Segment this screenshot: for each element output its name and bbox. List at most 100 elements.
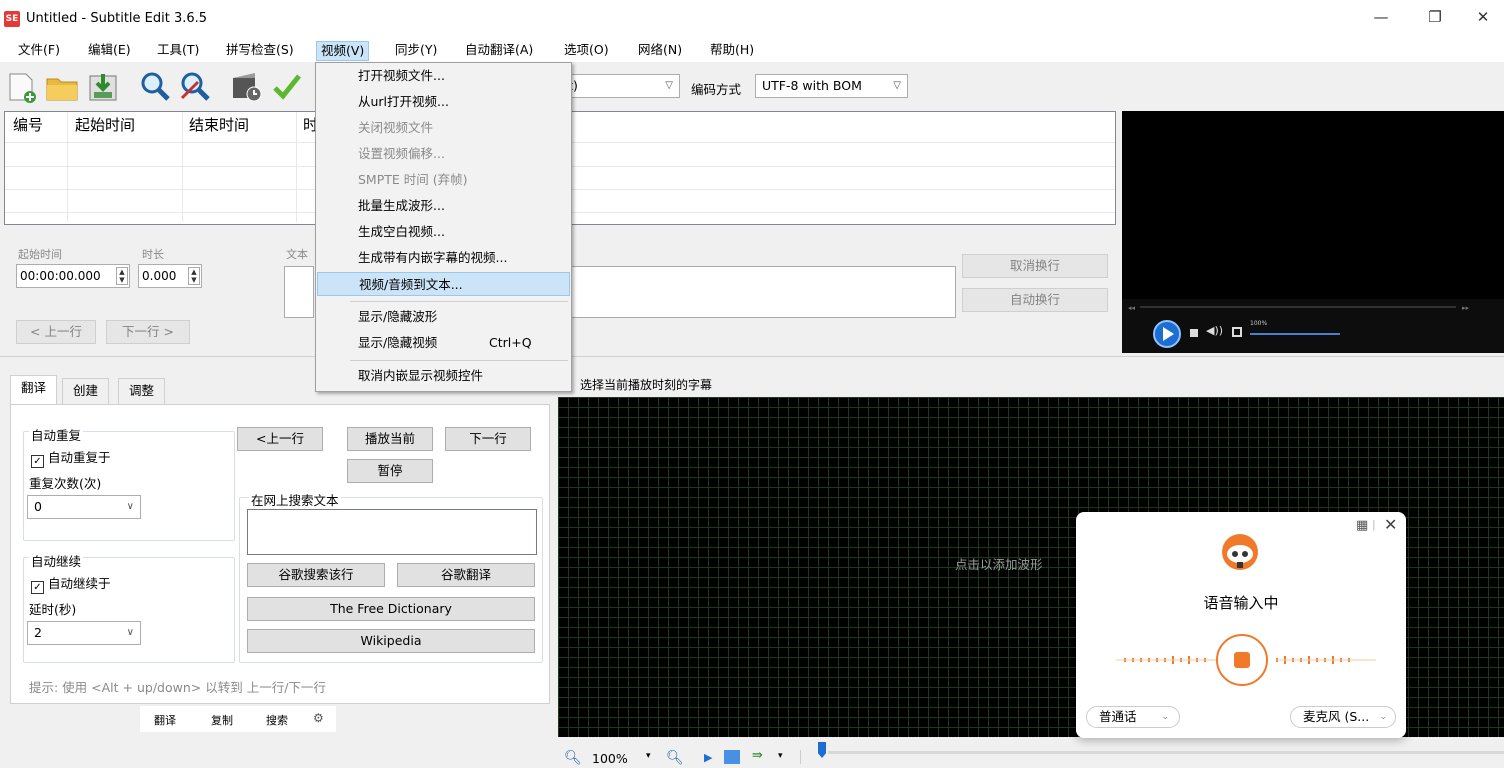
search-text-input[interactable] <box>247 509 537 555</box>
menu-item-open-video[interactable]: 打开视频文件... <box>317 64 570 88</box>
open-folder-icon[interactable] <box>45 70 79 104</box>
zoom-in-icon[interactable]: 🔍︎ <box>666 750 684 766</box>
menu-file[interactable]: 文件(F) <box>14 41 64 61</box>
find-icon[interactable] <box>138 70 172 104</box>
auto-repeat-checkbox[interactable]: ✓ 自动重复于 <box>31 447 111 468</box>
menu-bar: 文件(F) 编辑(E) 工具(T) 拼写检查(S) 视频(V) 同步(Y) 自动… <box>0 38 1504 62</box>
format-select[interactable]: rt)▽ <box>556 74 680 98</box>
position-slider-track[interactable] <box>828 751 1504 754</box>
zoom-level[interactable]: 100% <box>592 751 628 766</box>
play-waveform-icon[interactable]: ▶ <box>704 751 712 764</box>
language-select[interactable]: 普通话 ⌄ <box>1086 706 1180 728</box>
menu-tools[interactable]: 工具(T) <box>153 41 203 61</box>
settings-gear-icon[interactable]: ⚙ <box>313 711 324 725</box>
menu-item-burn-in-video[interactable]: 生成带有内嵌字幕的视频... <box>317 246 570 270</box>
save-icon[interactable] <box>86 70 120 104</box>
menu-item-batch-waveform[interactable]: 批量生成波形... <box>317 194 570 218</box>
duration-input[interactable]: 0.000 ▲ ▼ <box>138 264 202 288</box>
volume-level: 100% <box>1250 320 1268 327</box>
menu-item-video-offset[interactable]: 设置视频偏移... <box>317 142 570 166</box>
google-search-button[interactable]: 谷歌搜索该行 <box>247 563 385 587</box>
spell-check-icon[interactable] <box>270 70 304 104</box>
subtitle-text-input[interactable] <box>284 266 314 318</box>
menu-edit[interactable]: 编辑(E) <box>84 41 135 61</box>
search-web-title: 在网上搜索文本 <box>249 490 341 509</box>
chevron-down-icon[interactable]: ▾ <box>646 751 651 761</box>
volume-icon[interactable]: ◀)) <box>1206 324 1223 337</box>
free-dictionary-button[interactable]: The Free Dictionary <box>247 597 535 621</box>
column-header-number[interactable]: 编号 <box>13 114 43 135</box>
prev-line-button[interactable]: < 上一行 <box>16 320 96 344</box>
menu-network[interactable]: 网络(N) <box>634 41 686 61</box>
translate-button[interactable]: 翻译 <box>154 712 176 728</box>
voice-input-popup: ▦ | ✕ 语音输入中 普通话 ⌄ 麦克风 (S... ⌄ <box>1076 512 1406 738</box>
split-icon[interactable] <box>724 750 740 764</box>
translate-panel: 自动重复 ✓ 自动重复于 重复次数(次) 0 ∨ 自动继续 ✓ 自动继续于 延时(秒)… <box>10 404 550 704</box>
spinner-arrows-icon[interactable]: ▲ ▼ <box>116 267 128 285</box>
title-bar: SE Untitled - Subtitle Edit 3.6.5 — ❐ ✕ <box>0 0 1504 38</box>
menu-item-undock-video-controls[interactable]: 取消内嵌显示视频控件 <box>317 364 570 388</box>
replace-icon[interactable] <box>178 70 212 104</box>
pause-button[interactable]: 暂停 <box>347 459 433 483</box>
play-current-button[interactable]: 播放当前 <box>347 427 433 451</box>
menu-item-toggle-waveform[interactable]: 显示/隐藏波形 <box>317 305 570 329</box>
chevron-down-icon: ∨ <box>126 501 134 512</box>
spinner-arrows-icon[interactable]: ▲ ▼ <box>188 267 200 285</box>
subtitle-text-input-right[interactable] <box>570 266 956 318</box>
qr-code-icon[interactable]: ▦ <box>1356 518 1368 533</box>
tab-translate[interactable]: 翻译 <box>10 375 58 405</box>
copy-button[interactable]: 复制 <box>211 712 233 728</box>
new-file-icon[interactable] <box>4 70 38 104</box>
menu-item-toggle-video[interactable]: 显示/隐藏视频 Ctrl+Q <box>317 331 570 355</box>
tab-adjust[interactable]: 调整 <box>118 378 166 404</box>
encoding-select[interactable]: UTF-8 with BOM ▽ <box>755 74 908 98</box>
unbreak-button[interactable]: 取消换行 <box>962 254 1108 278</box>
start-time-input[interactable]: 00:00:00.000 ▲ ▼ <box>16 264 130 288</box>
repeat-count-select[interactable]: 0 ∨ <box>27 495 141 519</box>
menu-video[interactable]: 视频(V) <box>316 41 370 61</box>
search-button[interactable]: 搜索 <box>266 712 288 728</box>
menu-help[interactable]: 帮助(H) <box>706 41 758 61</box>
wikipedia-button[interactable]: Wikipedia <box>247 629 535 653</box>
chevron-down-icon[interactable]: ▾ <box>778 751 783 761</box>
column-header-start[interactable]: 起始时间 <box>75 114 135 135</box>
close-button[interactable]: ✕ <box>1460 8 1504 30</box>
start-time-value: 00:00:00.000 <box>20 269 101 283</box>
minimize-button[interactable]: — <box>1358 8 1404 30</box>
auto-continue-checkbox[interactable]: ✓ 自动继续于 <box>31 573 111 594</box>
menu-spellcheck[interactable]: 拼写检查(S) <box>222 41 298 61</box>
fullscreen-icon[interactable] <box>1232 327 1242 337</box>
divider <box>0 356 1504 357</box>
menu-item-blank-video[interactable]: 生成空白视频... <box>317 220 570 244</box>
encoding-value: UTF-8 with BOM <box>762 78 862 93</box>
next-button[interactable]: 下一行 <box>445 427 531 451</box>
auto-break-button[interactable]: 自动换行 <box>962 288 1108 312</box>
restore-button[interactable]: ❐ <box>1412 8 1458 30</box>
menu-item-audio-to-text[interactable]: 视频/音频到文本... <box>317 272 570 296</box>
go-forward-icon[interactable]: ⇛ <box>752 748 763 763</box>
menu-options[interactable]: 选项(O) <box>560 41 613 61</box>
stop-recording-button[interactable] <box>1216 634 1268 686</box>
chevron-down-icon: ⌄ <box>1379 712 1387 722</box>
prev-button[interactable]: <上一行 <box>237 427 323 451</box>
menu-sync[interactable]: 同步(Y) <box>391 41 441 61</box>
delay-select[interactable]: 2 ∨ <box>27 621 141 645</box>
next-line-button[interactable]: 下一行 > <box>106 320 190 344</box>
column-header-end[interactable]: 结束时间 <box>189 114 249 135</box>
tab-create[interactable]: 创建 <box>62 378 110 404</box>
microphone-select[interactable]: 麦克风 (S... ⌄ <box>1290 706 1396 728</box>
close-icon[interactable]: ✕ <box>1384 515 1397 534</box>
play-icon[interactable] <box>1152 319 1182 349</box>
visual-sync-icon[interactable] <box>230 70 264 104</box>
encoding-label: 编码方式 <box>691 82 742 97</box>
video-player[interactable]: ◂◂ ▸▸ ◀)) 100% <box>1122 111 1504 353</box>
stop-icon[interactable] <box>1190 329 1198 337</box>
zoom-out-icon[interactable]: 🔍︎ <box>564 750 582 766</box>
menu-item-close-video[interactable]: 关闭视频文件 <box>317 116 570 140</box>
menu-item-open-video-url[interactable]: 从url打开视频... <box>317 90 570 114</box>
position-slider-thumb[interactable] <box>818 742 826 758</box>
volume-slider[interactable] <box>1250 333 1340 335</box>
menu-auto-translate[interactable]: 自动翻译(A) <box>461 41 537 61</box>
menu-item-smpte[interactable]: SMPTE 时间 (弃帧) <box>317 168 570 192</box>
google-translate-button[interactable]: 谷歌翻译 <box>397 563 535 587</box>
